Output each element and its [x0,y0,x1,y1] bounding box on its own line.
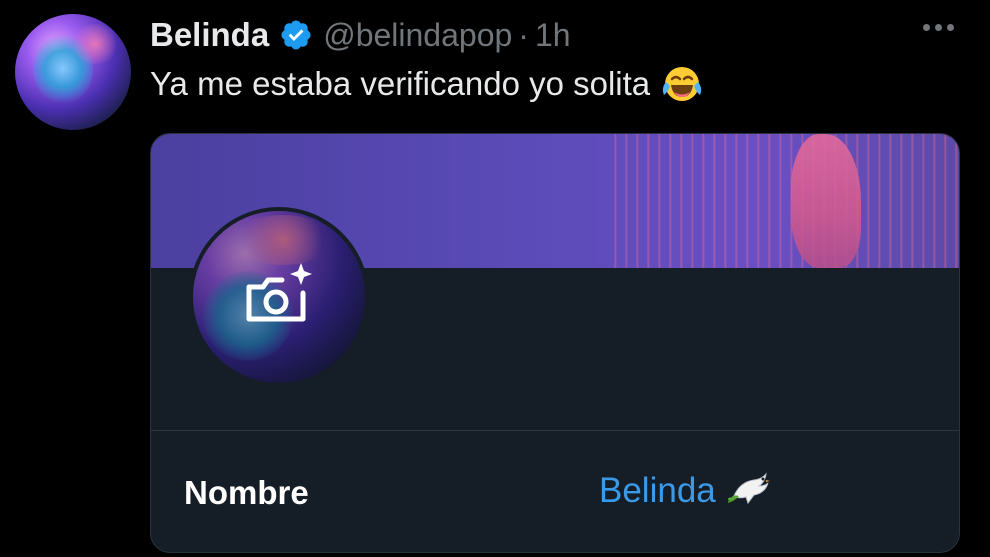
tweet-header: Belinda @belindapop · 1h [150,14,571,56]
name-value-text[interactable]: Belinda [599,471,716,511]
more-options-icon[interactable] [923,24,954,31]
author-display-name[interactable]: Belinda [150,16,269,54]
tweet[interactable]: Belinda @belindapop · 1h Ya me estaba ve… [0,0,990,557]
author-avatar[interactable] [15,14,131,130]
banner-stripes [606,134,959,268]
face-with-tears-of-joy-emoji-icon [663,67,702,101]
avatar-highlight [70,24,120,64]
dove-icon [727,472,770,505]
name-field-label: Nombre [184,474,309,511]
author-handle[interactable]: @belindapop [323,17,512,54]
tweet-text-content: Ya me estaba verificando yo solita [150,65,651,102]
header-separator: · [518,16,529,53]
tweet-timestamp[interactable]: 1h [535,17,571,54]
profile-photo-editor[interactable] [189,207,369,387]
verified-badge-icon[interactable] [279,18,313,52]
card-divider [151,430,959,431]
name-field-value[interactable]: Belinda [599,468,772,514]
embedded-image-card[interactable]: Nombre Belinda [150,133,960,553]
tweet-text: Ya me estaba verificando yo solita [150,62,704,106]
add-photo-camera-icon[interactable] [241,259,317,331]
banner-figure [791,134,861,268]
